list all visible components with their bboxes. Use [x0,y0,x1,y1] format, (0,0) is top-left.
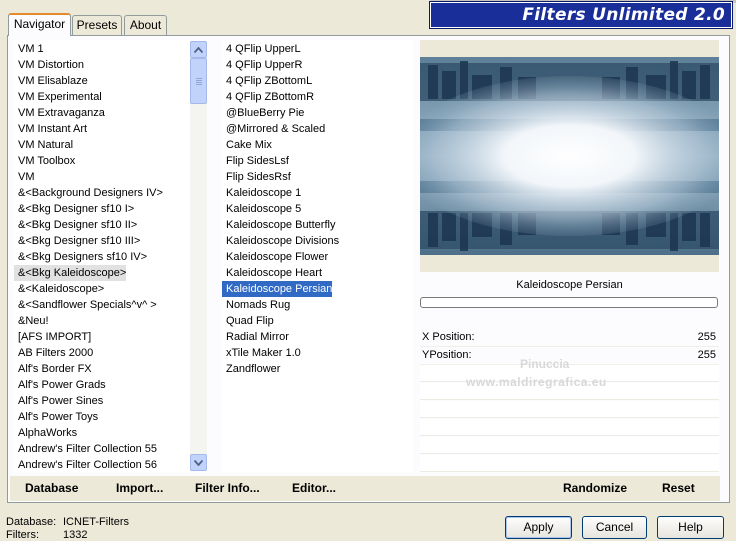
scroll-thumb[interactable] [190,58,207,104]
category-item[interactable]: VM Toolbox [14,153,75,169]
filter-item[interactable]: Kaleidoscope Heart [222,265,322,281]
empty-param-row [420,437,719,454]
status-filters-label: Filters: [6,529,39,541]
category-list[interactable]: VM 1 VM Distortion VM Elisablaze VM Experim… [14,40,190,472]
param-row-x[interactable]: X Position: 255 [420,329,719,347]
editor-button[interactable]: Editor... [292,481,336,495]
category-item[interactable]: &<Bkg Designer sf10 II> [14,217,137,233]
preview-image [420,57,719,255]
filter-item[interactable]: 4 QFlip ZBottomR [222,89,314,105]
filter-list[interactable]: 4 QFlip UpperL 4 QFlip UpperR 4 QFlip ZBot… [222,40,413,472]
watermark-line1: Pinuccia [520,357,570,371]
category-item[interactable]: Alf's Power Sines [14,393,103,409]
category-item[interactable]: Alf's Power Grads [14,377,106,393]
filter-item[interactable]: Flip SidesRsf [222,169,291,185]
selected-filter-name: Kaleidoscope Persian [516,279,623,291]
category-item[interactable]: VM Elisablaze [14,73,88,89]
title-banner: Filters Unlimited 2.0 [430,2,732,28]
import-button[interactable]: Import... [116,481,163,495]
category-item[interactable]: Alf's Border FX [14,361,92,377]
category-item[interactable]: &<Bkg Designers sf10 IV> [14,249,147,265]
category-item[interactable]: [AFS IMPORT] [14,329,91,345]
chevron-down-icon [194,459,203,466]
filter-item[interactable]: Kaleidoscope 1 [222,185,301,201]
filter-item[interactable]: Kaleidoscope Butterfly [222,217,335,233]
progress-bar [420,297,718,308]
filter-info-button[interactable]: Filter Info... [195,481,260,495]
window-title: Filters Unlimited 2.0 [522,5,725,25]
category-scrollbar[interactable] [190,41,207,471]
tab-about[interactable]: About [124,15,167,35]
category-item[interactable]: Andrew's Filter Collection 56 [14,457,157,472]
category-item[interactable]: VM Instant Art [14,121,87,137]
category-item[interactable]: VM Extravaganza [14,105,105,121]
tab-presets[interactable]: Presets [72,15,122,35]
category-item[interactable]: Alf's Power Toys [14,409,98,425]
category-item[interactable]: &Neu! [14,313,49,329]
category-item[interactable]: &<Sandflower Specials^v^ > [14,297,157,313]
filter-item[interactable]: xTile Maker 1.0 [222,345,301,361]
filter-item[interactable]: 4 QFlip UpperL [222,41,301,57]
tab-navigator[interactable]: Navigator [8,13,71,36]
randomize-button[interactable]: Randomize [563,481,627,495]
status-database-value: ICNET-Filters [63,516,129,528]
category-item[interactable]: AlphaWorks [14,425,77,441]
empty-param-row [420,419,719,436]
chevron-up-icon [194,46,203,53]
filter-item[interactable]: Cake Mix [222,137,272,153]
category-item[interactable]: &<Background Designers IV> [14,185,163,201]
category-item[interactable]: VM Natural [14,137,73,153]
category-item[interactable]: AB Filters 2000 [14,345,93,361]
filter-item[interactable]: Kaleidoscope Persian [222,281,333,297]
filter-item[interactable]: Radial Mirror [222,329,289,345]
empty-param-row [420,455,719,472]
param-name: X Position: [422,331,475,343]
category-item[interactable]: &<Kaleidoscope> [14,281,104,297]
filter-item[interactable]: 4 QFlip ZBottomL [222,73,312,89]
category-item[interactable]: &<Bkg Kaleidoscope> [14,265,127,281]
param-name: YPosition: [422,349,472,361]
category-item[interactable]: VM Distortion [14,57,84,73]
scroll-up-button[interactable] [190,41,207,58]
category-item[interactable]: VM [14,169,35,185]
category-item[interactable]: VM Experimental [14,89,102,105]
apply-button[interactable]: Apply [505,516,572,539]
status-filters-value: 1332 [63,529,88,541]
cancel-button[interactable]: Cancel [582,516,647,539]
filter-item[interactable]: Nomads Rug [222,297,290,313]
category-item[interactable]: VM 1 [14,41,44,57]
filter-item[interactable]: Kaleidoscope Flower [222,249,328,265]
filter-item[interactable]: Kaleidoscope 5 [222,201,301,217]
category-item[interactable]: &<Bkg Designer sf10 III> [14,233,140,249]
database-button[interactable]: Database [25,481,78,495]
watermark-line2: www.maldiregrafica.eu [466,375,607,389]
filter-item[interactable]: 4 QFlip UpperR [222,57,302,73]
filter-item[interactable]: @Mirrored & Scaled [222,121,325,137]
category-item[interactable]: &<Bkg Designer sf10 I> [14,201,134,217]
empty-param-row [420,401,719,418]
param-value: 255 [697,331,716,343]
param-row-y[interactable]: YPosition: 255 [420,347,719,365]
reset-button[interactable]: Reset [662,481,695,495]
filter-item[interactable]: @BlueBerry Pie [222,105,304,121]
category-item[interactable]: Andrew's Filter Collection 55 [14,441,157,457]
status-database-label: Database: [6,516,57,528]
filter-item[interactable]: Zandflower [222,361,280,377]
filter-item[interactable]: Flip SidesLsf [222,153,289,169]
filter-item[interactable]: Quad Flip [222,313,274,329]
scroll-down-button[interactable] [190,454,207,471]
param-value: 255 [697,349,716,361]
help-button[interactable]: Help [657,516,724,539]
filter-item[interactable]: Kaleidoscope Divisions [222,233,339,249]
